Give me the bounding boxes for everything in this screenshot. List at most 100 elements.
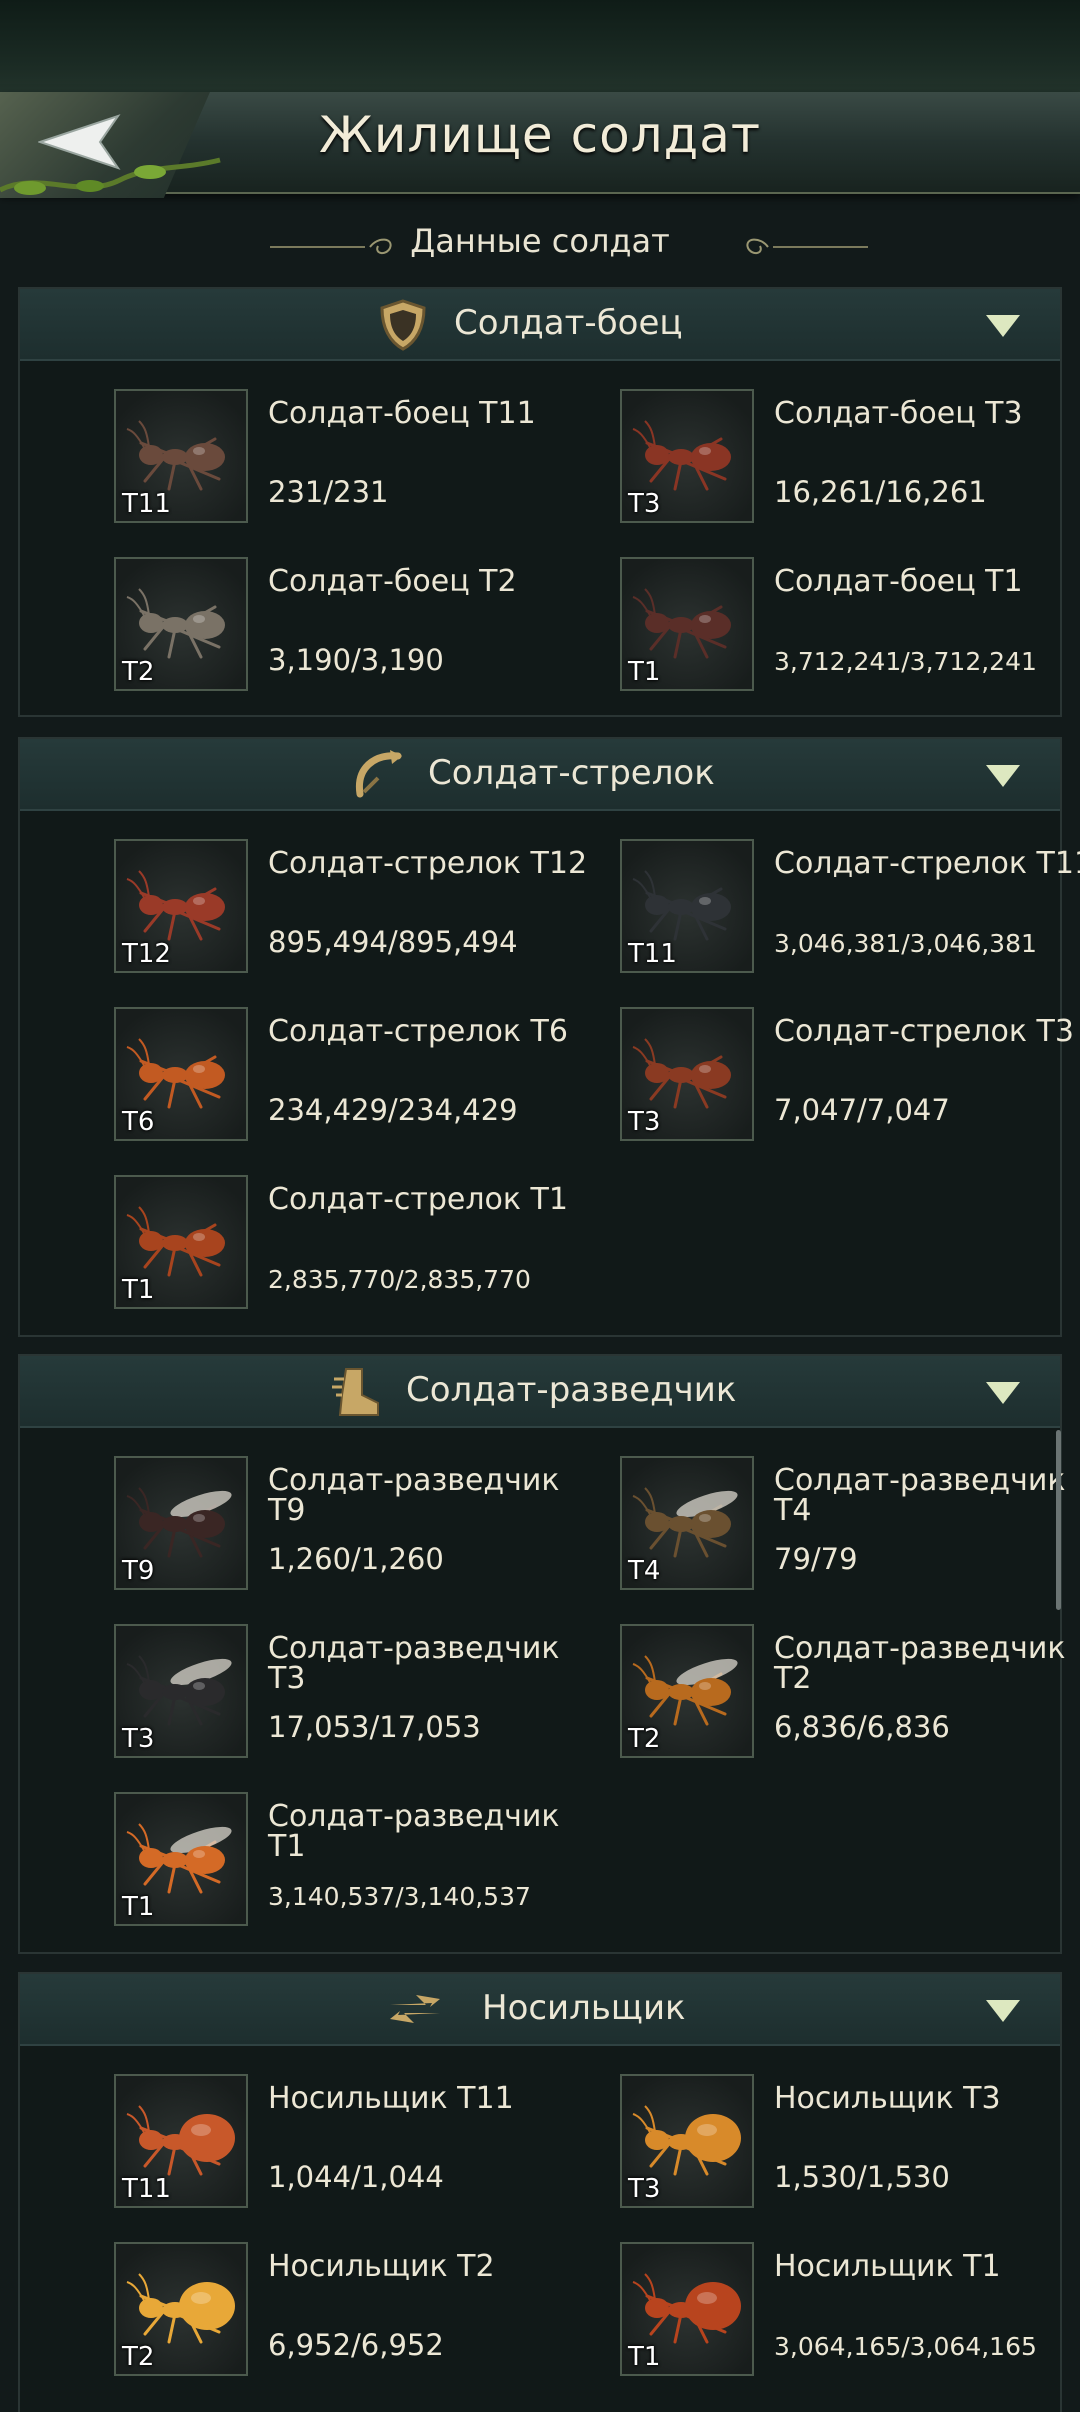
section-title-fighter: Солдат-боец — [454, 303, 683, 343]
boot-icon — [332, 1368, 379, 1416]
winged-ant-icon — [126, 1655, 232, 1726]
unit-image: T2 — [114, 557, 248, 691]
tier-badge: T4 — [628, 1556, 661, 1586]
tier-badge: T6 — [122, 1107, 155, 1137]
section-scout: Солдат-разведчик T9 Солдат-разведчик T9 … — [18, 1354, 1066, 1954]
tier-badge: T3 — [628, 2174, 661, 2204]
tier-badge: T1 — [628, 657, 661, 687]
ant-icon — [126, 420, 225, 491]
unit-card[interactable]: T1 Солдат-разведчик T1 3,140,537/3,140,5… — [114, 1792, 584, 1932]
section-header-fighter[interactable]: Солдат-боец — [20, 289, 1060, 361]
chevron-down-icon[interactable] — [986, 315, 1020, 337]
subtitle-row: Данные солдат — [0, 222, 1080, 272]
winged-ant-icon — [632, 1487, 738, 1558]
ant-icon — [632, 588, 731, 659]
unit-card[interactable]: T3 Солдат-боец T3 16,261/16,261 — [620, 389, 1080, 529]
section-title-scout: Солдат-разведчик — [406, 1370, 737, 1410]
chevron-down-icon[interactable] — [986, 1382, 1020, 1404]
unit-image: T6 — [114, 1007, 248, 1141]
unit-name: Солдат-боец T1 — [774, 564, 1023, 599]
bow-icon — [355, 750, 402, 798]
tier-badge: T2 — [122, 657, 155, 687]
unit-name: Солдат-боец T3 — [774, 396, 1023, 431]
unit-card[interactable]: T1 Солдат-боец T1 3,712,241/3,712,241 — [620, 557, 1080, 697]
winged-ant-icon — [126, 1487, 232, 1558]
section-header-shooter[interactable]: Солдат-стрелок — [20, 739, 1060, 811]
section-fighter: Солдат-боец T11 Солдат-боец T11 231/231 … — [18, 287, 1062, 717]
unit-name: Солдат-стрелок T6 — [268, 1014, 568, 1049]
unit-card[interactable]: T11 Солдат-боец T11 231/231 — [114, 389, 584, 529]
unit-card[interactable]: T6 Солдат-стрелок T6 234,429/234,429 — [114, 1007, 584, 1147]
unit-card[interactable]: T3 Солдат-стрелок T3 7,047/7,047 — [620, 1007, 1080, 1147]
unit-card[interactable]: T12 Солдат-стрелок T12 895,494/895,494 — [114, 839, 587, 979]
unit-card[interactable]: T2 Солдат-боец T2 3,190/3,190 — [114, 557, 584, 697]
tier-badge: T11 — [122, 2174, 171, 2204]
section-header-scout[interactable]: Солдат-разведчик — [20, 1356, 1060, 1428]
section-header-carrier[interactable]: Носильщик — [20, 1974, 1060, 2046]
unit-count: 7,047/7,047 — [774, 1093, 950, 1127]
unit-name: Носильщик T1 — [774, 2249, 1001, 2284]
tier-badge: T2 — [628, 1724, 661, 1754]
unit-image: T3 — [620, 389, 754, 523]
unit-count: 231/231 — [268, 475, 389, 509]
tier-badge: T11 — [122, 489, 171, 519]
unit-card[interactable]: T1 Носильщик T1 3,064,165/3,064,165 — [620, 2242, 1080, 2382]
section-subtitle: Данные солдат — [410, 222, 670, 260]
unit-count: 1,530/1,530 — [774, 2160, 950, 2194]
unit-name: Солдат-боец T2 — [268, 564, 517, 599]
chevron-down-icon[interactable] — [986, 2000, 1020, 2022]
unit-count: 3,046,381/3,046,381 — [774, 929, 1037, 958]
tier-badge: T11 — [628, 939, 677, 969]
honeypot-ant-icon — [126, 2273, 235, 2344]
unit-count: 1,260/1,260 — [268, 1542, 444, 1576]
unit-count: 3,140,537/3,140,537 — [268, 1882, 531, 1911]
chevron-down-icon[interactable] — [986, 765, 1020, 787]
ant-icon — [126, 1038, 225, 1109]
page-title: Жилище солдат — [319, 106, 761, 164]
ant-icon — [126, 1206, 225, 1277]
unit-name: Солдат-разведчик T1 — [268, 1799, 560, 1864]
unit-name: Носильщик T11 — [268, 2081, 514, 2116]
unit-image: T1 — [114, 1175, 248, 1309]
unit-card[interactable]: T11 Носильщик T11 1,044/1,044 — [114, 2074, 584, 2214]
unit-name: Солдат-разведчик T2 — [774, 1631, 1066, 1696]
ornament-right-icon — [746, 238, 868, 254]
section-title-shooter: Солдат-стрелок — [428, 753, 715, 793]
unit-count: 6,952/6,952 — [268, 2328, 444, 2362]
unit-image: T12 — [114, 839, 248, 973]
unit-card[interactable]: T2 Солдат-разведчик T2 6,836/6,836 — [620, 1624, 1080, 1764]
honeypot-ant-icon — [126, 2105, 235, 2176]
tier-badge: T9 — [122, 1556, 155, 1586]
section-title-carrier: Носильщик — [482, 1988, 686, 2028]
unit-card[interactable]: T1 Солдат-стрелок T1 2,835,770/2,835,770 — [114, 1175, 584, 1315]
unit-count: 79/79 — [774, 1542, 858, 1576]
ant-icon — [126, 588, 225, 659]
unit-card[interactable]: T2 Носильщик T2 6,952/6,952 — [114, 2242, 584, 2382]
honeypot-ant-icon — [632, 2105, 741, 2176]
ant-icon — [632, 870, 731, 941]
unit-image: T2 — [620, 1624, 754, 1758]
honeypot-ant-icon — [632, 2273, 741, 2344]
unit-image: T11 — [620, 839, 754, 973]
winged-ant-icon — [632, 1655, 738, 1726]
unit-name: Солдат-стрелок T1 — [268, 1182, 568, 1217]
unit-count: 17,053/17,053 — [268, 1710, 481, 1744]
unit-count: 3,190/3,190 — [268, 643, 444, 677]
unit-count: 1,044/1,044 — [268, 2160, 444, 2194]
unit-name: Солдат-стрелок T3 — [774, 1014, 1074, 1049]
unit-count: 16,261/16,261 — [774, 475, 987, 509]
ant-icon — [632, 420, 731, 491]
unit-card[interactable]: T4 Солдат-разведчик T4 79/79 — [620, 1456, 1080, 1596]
tier-badge: T3 — [628, 489, 661, 519]
unit-card[interactable]: T3 Солдат-разведчик T3 17,053/17,053 — [114, 1624, 584, 1764]
scrollbar[interactable] — [1056, 1430, 1061, 1610]
unit-card[interactable]: T3 Носильщик T3 1,530/1,530 — [620, 2074, 1080, 2214]
unit-name: Солдат-разведчик T9 — [268, 1463, 560, 1528]
unit-card[interactable]: T11 Солдат-стрелок T11 3,046,381/3,046,3… — [620, 839, 1080, 979]
unit-count: 2,835,770/2,835,770 — [268, 1265, 531, 1294]
tier-badge: T2 — [122, 2342, 155, 2372]
unit-image: T3 — [620, 1007, 754, 1141]
unit-card[interactable]: T9 Солдат-разведчик T9 1,260/1,260 — [114, 1456, 584, 1596]
tier-badge: T1 — [628, 2342, 661, 2372]
top-texture — [0, 0, 1080, 92]
